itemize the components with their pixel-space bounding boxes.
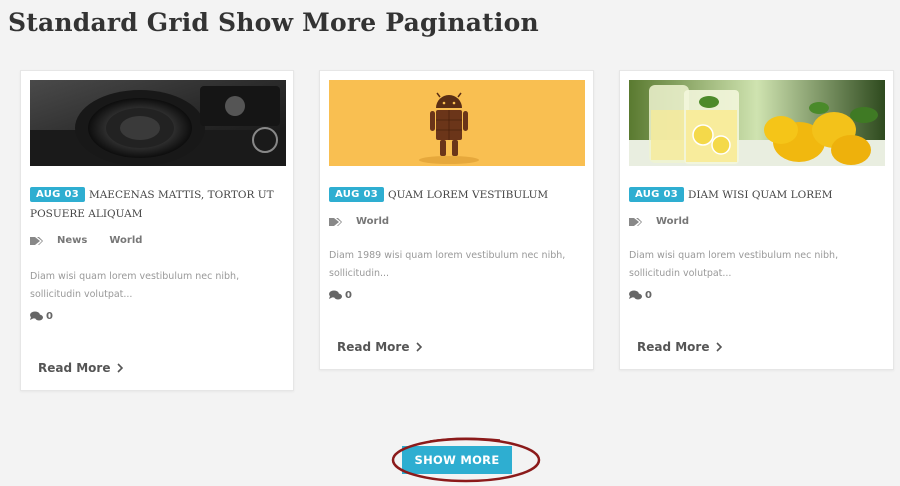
post-card: AUG 03 MAECENAS MATTIS, TORTOR UT POSUERE… bbox=[20, 70, 294, 391]
tag-link-world[interactable]: World bbox=[109, 235, 142, 246]
post-excerpt: Diam 1989 wisi quam lorem vestibulum nec… bbox=[329, 250, 566, 279]
post-title[interactable]: AUG 03 MAECENAS MATTIS, TORTOR UT POSUERE… bbox=[30, 186, 281, 224]
tag-link-world[interactable]: World bbox=[356, 216, 389, 227]
tags-icon bbox=[329, 217, 342, 226]
comments-icon bbox=[629, 290, 642, 300]
comments-count-value: 0 bbox=[645, 290, 652, 301]
comments-count-value: 0 bbox=[46, 311, 53, 322]
post-excerpt: Diam wisi quam lorem vestibulum nec nibh… bbox=[30, 271, 240, 300]
post-tags: World bbox=[629, 216, 711, 227]
read-more-label: Read More bbox=[337, 340, 410, 354]
post-title[interactable]: AUG 03 DIAM WISI QUAM LOREM bbox=[629, 186, 881, 205]
comments-count-value: 0 bbox=[345, 290, 352, 301]
comments-icon bbox=[329, 290, 342, 300]
post-title[interactable]: AUG 03 QUAM LOREM VESTIBULUM bbox=[329, 186, 581, 205]
comments-count[interactable]: 0 bbox=[629, 290, 652, 301]
post-excerpt: Diam wisi quam lorem vestibulum nec nibh… bbox=[629, 250, 839, 279]
tag-link-world[interactable]: World bbox=[656, 216, 689, 227]
show-more-button[interactable]: SHOW MORE bbox=[402, 446, 512, 474]
post-card: AUG 03 DIAM WISI QUAM LOREM World Diam wi… bbox=[619, 70, 894, 370]
show-more-area: SHOW MORE bbox=[390, 436, 542, 484]
camera-photo bbox=[30, 80, 286, 166]
read-more-link[interactable]: Read More bbox=[337, 340, 422, 354]
date-badge: AUG 03 bbox=[629, 187, 684, 202]
post-card: AUG 03 QUAM LOREM VESTIBULUM World Diam 1… bbox=[319, 70, 594, 370]
post-image[interactable] bbox=[629, 80, 885, 166]
page-title: Standard Grid Show More Pagination bbox=[8, 8, 539, 37]
comments-icon bbox=[30, 311, 43, 321]
post-image[interactable] bbox=[329, 80, 585, 166]
post-tags: News World bbox=[30, 235, 164, 246]
read-more-link[interactable]: Read More bbox=[38, 361, 123, 375]
read-more-link[interactable]: Read More bbox=[637, 340, 722, 354]
chevron-right-icon bbox=[116, 363, 123, 373]
post-image[interactable] bbox=[30, 80, 286, 166]
chevron-right-icon bbox=[715, 342, 722, 352]
lemonade-photo bbox=[629, 80, 885, 166]
tags-icon bbox=[30, 236, 43, 245]
android-figure-photo bbox=[329, 80, 585, 166]
tags-icon bbox=[629, 217, 642, 226]
comments-count[interactable]: 0 bbox=[30, 311, 53, 322]
post-title-text[interactable]: DIAM WISI QUAM LOREM bbox=[688, 189, 833, 201]
post-tags: World bbox=[329, 216, 411, 227]
date-badge: AUG 03 bbox=[30, 187, 85, 202]
read-more-label: Read More bbox=[637, 340, 710, 354]
comments-count[interactable]: 0 bbox=[329, 290, 352, 301]
post-title-text[interactable]: QUAM LOREM VESTIBULUM bbox=[388, 189, 548, 201]
read-more-label: Read More bbox=[38, 361, 111, 375]
date-badge: AUG 03 bbox=[329, 187, 384, 202]
chevron-right-icon bbox=[415, 342, 422, 352]
tag-link-news[interactable]: News bbox=[57, 235, 87, 246]
